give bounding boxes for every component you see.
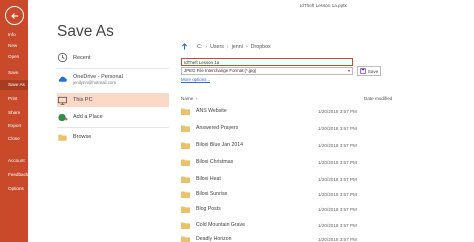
save-button[interactable]: Save <box>357 66 381 76</box>
chevron-down-icon: ▾ <box>347 68 350 73</box>
file-name: Biloxi Christmas <box>196 159 234 165</box>
rail-item-info[interactable]: Info <box>0 30 28 40</box>
file-name: Biloxi Sunrise <box>196 191 228 197</box>
breadcrumb-item[interactable]: Dropbox <box>251 44 271 50</box>
location-browse[interactable]: Browse <box>57 130 169 144</box>
location-label: Add a Place <box>73 114 103 120</box>
save-button-label: Save <box>367 68 379 74</box>
location-label: Browse <box>73 134 92 140</box>
filetype-selected-value: JPEG File Interchange Format (*.jpg) <box>184 68 257 73</box>
path-bar: C: › Users › jenni › Dropbox <box>181 43 271 50</box>
rail-item-save-as[interactable]: Save As <box>0 80 28 90</box>
globe-plus-icon <box>57 112 68 123</box>
column-header-name[interactable]: Name ↑ <box>181 96 197 101</box>
file-row[interactable]: ANS Website 1/20/2018 3:57 PM <box>181 104 401 118</box>
file-date-modified: 1/20/2018 3:57 PM <box>318 142 357 148</box>
rail-item-export[interactable]: Export <box>0 121 28 131</box>
divider <box>57 127 169 128</box>
column-header-date[interactable]: Date modified <box>364 96 392 101</box>
location-onedrive[interactable]: OneDrive - Personal jenilynn@hotmail.com <box>57 72 169 87</box>
file-name: Deadly Horizon <box>196 236 232 242</box>
location-this-pc[interactable]: This PC <box>57 93 169 107</box>
location-account-email: jenilynn@hotmail.com <box>73 80 117 85</box>
rail-item-close[interactable]: Close <box>0 134 28 144</box>
rail-item-open[interactable]: Open <box>0 52 28 62</box>
clock-icon <box>57 52 68 63</box>
file-date-modified: 1/20/2018 3:57 PM <box>318 191 357 197</box>
folder-icon <box>181 191 190 198</box>
breadcrumb-separator-icon: › <box>245 43 248 50</box>
up-arrow-icon[interactable] <box>181 43 188 50</box>
rail-item-feedback[interactable]: Feedback <box>0 170 28 180</box>
computer-icon <box>57 95 68 106</box>
folder-icon <box>181 108 190 115</box>
location-recent[interactable]: Recent <box>57 51 169 64</box>
file-date-modified: 1/20/2018 3:57 PM <box>318 108 357 114</box>
rail-item-options[interactable]: Options <box>0 184 28 194</box>
save-icon <box>360 68 366 74</box>
filetype-dropdown[interactable]: JPEG File Interchange Format (*.jpg) ▾ <box>181 67 353 75</box>
breadcrumb-item[interactable]: Users <box>210 44 224 50</box>
rail-item-print[interactable]: Print <box>0 94 28 104</box>
file-row[interactable]: Cold Mountain Grave 1/20/2018 3:57 PM <box>181 218 401 232</box>
file-name: Blog Posts <box>196 206 221 212</box>
breadcrumb: C: › Users › jenni › Dropbox <box>197 44 271 50</box>
file-row[interactable]: Biloxi Christmas 1/20/2018 3:57 PM <box>181 155 401 169</box>
file-name: Answered Prayers <box>196 125 239 131</box>
back-button[interactable] <box>5 6 24 25</box>
file-date-modified: 1/20/2018 3:57 PM <box>318 222 357 228</box>
column-header-label: Name <box>181 96 194 101</box>
file-row[interactable]: Answered Prayers 1/20/2018 3:57 PM <box>181 121 401 135</box>
location-label: This PC <box>73 97 93 103</box>
file-date-modified: 1/20/2018 3:57 PM <box>318 236 357 242</box>
back-arrow-icon <box>10 12 18 19</box>
backstage-rail: Info New Open Save Save As Print Share E… <box>0 0 28 242</box>
file-row[interactable]: Biloxi Sunrise 1/20/2018 3:57 PM <box>181 187 401 201</box>
rail-item-share[interactable]: Share <box>0 108 28 118</box>
file-name: Cold Mountain Grave <box>196 222 246 228</box>
sort-up-icon: ↑ <box>195 96 198 101</box>
location-add-a-place[interactable]: Add a Place <box>57 110 169 124</box>
file-row[interactable]: Deadly Horizon 1/20/2018 3:57 PM <box>181 232 401 242</box>
folder-icon <box>181 176 190 183</box>
folder-icon <box>57 132 68 143</box>
breadcrumb-item[interactable]: jenni <box>232 44 243 50</box>
file-name: Biloxi Blue Jan 2014 <box>196 142 244 148</box>
filename-input[interactable] <box>181 58 353 66</box>
breadcrumb-item[interactable]: C: <box>197 44 202 50</box>
file-date-modified: 1/20/2018 3:57 PM <box>318 159 357 165</box>
folder-icon <box>181 206 190 213</box>
file-name: Biloxi Heat <box>196 176 221 182</box>
folder-icon <box>181 125 190 132</box>
divider <box>57 68 169 69</box>
breadcrumb-separator-icon: › <box>226 43 229 50</box>
file-row[interactable]: Biloxi Heat 1/20/2018 3:57 PM <box>181 172 401 186</box>
file-date-modified: 1/20/2018 3:57 PM <box>318 176 357 182</box>
folder-icon <box>181 142 190 149</box>
file-row[interactable]: Blog Posts 1/20/2018 3:57 PM <box>181 202 401 216</box>
folder-icon <box>181 236 190 242</box>
rail-item-account[interactable]: Account <box>0 156 28 166</box>
cloud-icon <box>57 74 68 85</box>
file-name: ANS Website <box>196 108 227 114</box>
page-title: Save As <box>57 23 114 40</box>
window-title: IdTheft Lesson 1a.pptx <box>300 3 347 8</box>
file-date-modified: 1/20/2018 3:57 PM <box>318 206 357 212</box>
rail-item-save[interactable]: Save <box>0 68 28 78</box>
file-date-modified: 1/20/2018 3:57 PM <box>318 125 357 131</box>
folder-icon <box>181 222 190 229</box>
rail-item-new[interactable]: New <box>0 41 28 51</box>
folder-icon <box>181 159 190 166</box>
location-label: Recent <box>73 54 91 61</box>
more-options-link[interactable]: More options... <box>181 77 210 82</box>
file-row[interactable]: Biloxi Blue Jan 2014 1/20/2018 3:57 PM <box>181 138 401 152</box>
breadcrumb-separator-icon: › <box>205 43 208 50</box>
